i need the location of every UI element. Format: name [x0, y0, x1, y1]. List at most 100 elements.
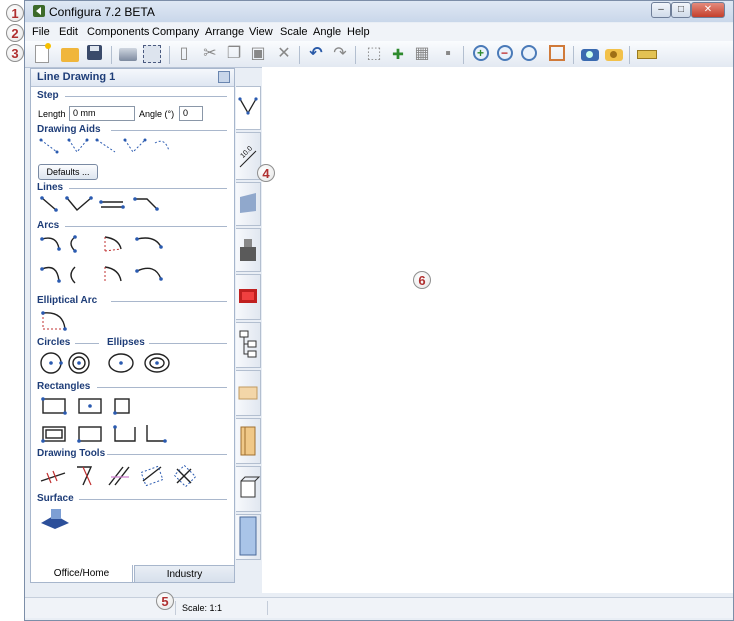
panel-tab-icon [239, 516, 257, 556]
render-camera-icon[interactable] [605, 49, 623, 61]
polyline-tool-icon [66, 197, 92, 211]
tab-line-drawing[interactable] [236, 86, 261, 130]
add-select-icon[interactable]: ✚ [389, 45, 407, 63]
angle-input[interactable]: 0 [179, 106, 203, 121]
menu-angle[interactable]: Angle [313, 26, 341, 38]
drawing-aid-tools [39, 138, 170, 154]
toolbar-separator [355, 46, 356, 64]
group-icon[interactable]: ▦ [413, 45, 431, 63]
callout-5: 5 [156, 592, 174, 610]
line-tool-icon [41, 197, 57, 211]
tab-cabinet[interactable] [236, 418, 261, 464]
minimize-button[interactable]: – [651, 2, 671, 18]
section-divider [111, 130, 227, 131]
app-icon[interactable] [33, 5, 45, 17]
drawing-aid-diagonal-icon [96, 139, 116, 153]
delete-icon[interactable]: ✕ [275, 45, 293, 63]
section-step: Step [37, 90, 59, 101]
length-label: Length [38, 109, 66, 119]
window-title: Configura 7.2 BETA [49, 5, 155, 19]
u-shape-icon [114, 427, 136, 442]
elliptical-arc-tool-icon[interactable] [39, 309, 71, 333]
new-page-icon[interactable]: ▯ [175, 45, 193, 63]
drawing-aid-polyline2-icon [124, 139, 146, 153]
redo-icon[interactable]: ↷ [331, 45, 349, 63]
ungroup-icon[interactable]: ▪ [439, 45, 457, 63]
toolbar-separator [463, 46, 464, 64]
pin-icon[interactable] [218, 71, 230, 83]
menu-view[interactable]: View [249, 26, 273, 38]
menu-file[interactable]: File [32, 26, 50, 38]
toolbar-separator [629, 46, 630, 64]
callout-6: 6 [413, 271, 431, 289]
surface-tab-icon [240, 193, 256, 213]
line-drawing-panel: Line Drawing 1 Step Length 0 mm Angle (°… [30, 68, 235, 583]
toolbar-separator [299, 46, 300, 64]
menu-company[interactable]: Company [152, 26, 199, 38]
menu-bar: File Edit Components Company Arrange Vie… [25, 23, 733, 41]
title-bar[interactable]: Configura 7.2 BETA – □ ✕ [25, 1, 733, 22]
maximize-button[interactable]: □ [671, 2, 691, 18]
tab-surface[interactable] [236, 182, 261, 226]
section-divider [111, 301, 227, 302]
section-lines: Lines [37, 182, 64, 193]
defaults-button[interactable]: Defaults ... [38, 164, 98, 180]
render-tab-icon [239, 289, 257, 303]
tab-render[interactable] [236, 274, 261, 320]
tab-tree[interactable] [236, 322, 261, 368]
double-polyline-icon [135, 198, 158, 210]
menu-edit[interactable]: Edit [59, 26, 78, 38]
length-input[interactable]: 0 mm [69, 106, 135, 121]
drawing-aid-arc-icon [154, 140, 170, 152]
callout-2: 2 [6, 24, 24, 42]
arc-center-2-icon [70, 266, 76, 284]
tab-industry[interactable]: Industry [134, 565, 235, 583]
panel-header: Line Drawing 1 [31, 69, 234, 87]
section-surface: Surface [37, 493, 74, 504]
new-file-icon[interactable] [35, 43, 51, 63]
drawing-canvas[interactable] [262, 67, 733, 593]
zoom-fit-icon[interactable] [549, 45, 565, 61]
menu-components[interactable]: Components [87, 26, 149, 38]
cut-icon[interactable]: ✂ [201, 45, 219, 63]
tab-panel[interactable] [236, 514, 261, 560]
angle-label: Angle (°) [139, 109, 175, 119]
measure-icon[interactable] [637, 50, 657, 59]
copy-icon[interactable]: ❐ [225, 45, 243, 63]
close-button[interactable]: ✕ [691, 2, 725, 18]
arc-3point-2-icon [41, 266, 60, 282]
surface-tool-icon[interactable] [39, 507, 71, 531]
zoom-out-icon[interactable] [497, 45, 513, 61]
open-folder-icon[interactable] [61, 48, 79, 62]
paste-icon[interactable]: ▣ [249, 45, 267, 63]
status-bar: Scale: 1:1 [25, 597, 733, 618]
section-divider [69, 188, 227, 189]
menu-arrange[interactable]: Arrange [205, 26, 244, 38]
menu-scale[interactable]: Scale [280, 26, 308, 38]
toolbar-separator [169, 46, 170, 64]
section-elliptical-arc: Elliptical Arc [37, 295, 98, 306]
tab-office-home[interactable]: Office/Home [30, 565, 133, 583]
square-tool-icon [114, 398, 130, 414]
tab-components[interactable] [236, 228, 261, 272]
polyline-tab-icon [238, 97, 258, 115]
menu-help[interactable]: Help [347, 26, 370, 38]
undo-icon[interactable]: ↶ [307, 45, 325, 63]
tree-tab-icon [239, 330, 257, 358]
toolbar-separator [111, 46, 112, 64]
print-icon[interactable] [119, 48, 137, 61]
offset-tool-icon [108, 466, 124, 486]
rectangle-tools [41, 397, 167, 443]
zoom-window-icon[interactable] [521, 45, 537, 61]
drawing-aid-line-icon [40, 139, 58, 153]
tab-box[interactable] [236, 466, 261, 512]
camera-icon[interactable] [581, 49, 599, 61]
print-preview-icon[interactable] [143, 45, 161, 63]
zoom-in-icon[interactable] [473, 45, 489, 61]
section-divider [107, 454, 227, 455]
section-ellipses: Ellipses [107, 337, 145, 348]
select-icon[interactable]: ⬚ [365, 45, 383, 63]
tab-material[interactable] [236, 370, 261, 416]
section-rectangles: Rectangles [37, 381, 91, 392]
save-icon[interactable] [87, 45, 102, 60]
